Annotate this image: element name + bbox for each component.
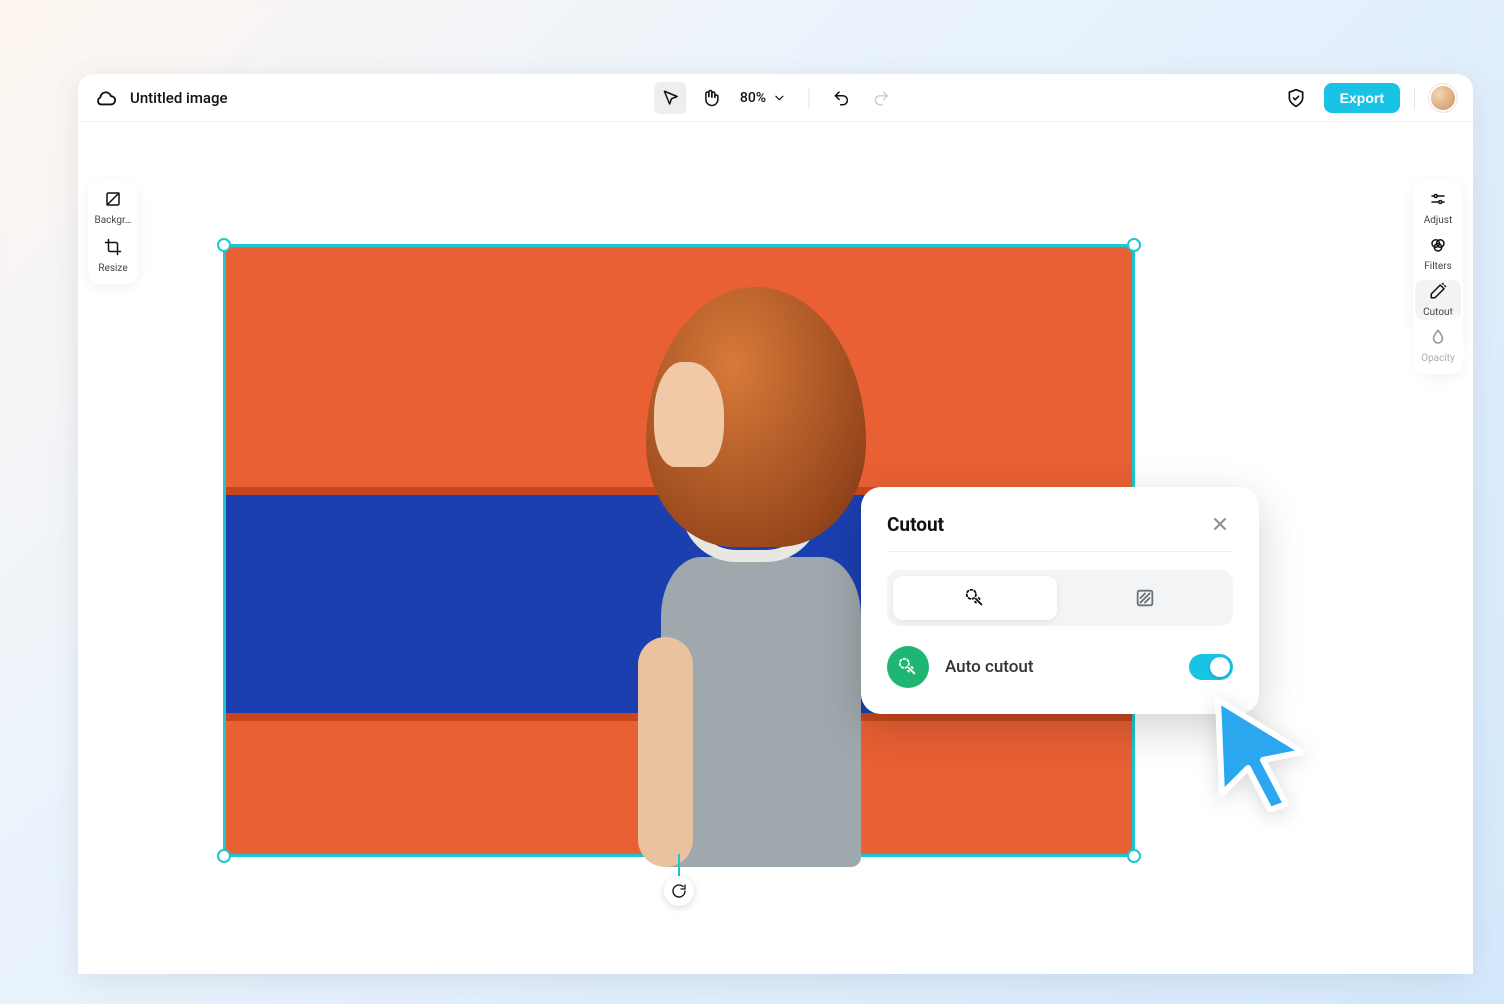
auto-cutout-toggle[interactable] — [1189, 654, 1233, 680]
sidebar-item-resize[interactable]: Resize — [90, 236, 136, 276]
cutout-mode-tabs — [887, 570, 1233, 626]
avatar[interactable] — [1429, 84, 1457, 112]
auto-cutout-icon — [887, 646, 929, 688]
sidebar-item-background[interactable]: Backgr… — [90, 188, 136, 228]
zoom-control[interactable]: 80% — [734, 90, 792, 106]
divider — [808, 87, 809, 109]
close-button[interactable] — [1207, 511, 1233, 537]
tab-auto-cutout[interactable] — [893, 576, 1057, 620]
redo-button[interactable] — [865, 82, 897, 114]
chevron-down-icon — [772, 91, 786, 105]
sidebar-item-cutout[interactable]: Cutout — [1415, 280, 1461, 320]
eraser-icon — [1134, 587, 1156, 609]
cloud-icon[interactable] — [94, 86, 118, 110]
undo-button[interactable] — [825, 82, 857, 114]
app-window: Untitled image 80% — [78, 74, 1473, 974]
sidebar-item-label: Opacity — [1421, 353, 1455, 364]
toggle-knob — [1210, 657, 1230, 677]
resize-handle-bottom-left[interactable] — [217, 849, 231, 863]
sidebar-item-label: Resize — [98, 263, 127, 274]
document-title[interactable]: Untitled image — [130, 89, 228, 107]
rotate-handle[interactable] — [664, 876, 694, 906]
tab-eraser[interactable] — [1063, 576, 1227, 620]
panel-title: Cutout — [887, 513, 944, 536]
sidebar-item-adjust[interactable]: Adjust — [1415, 188, 1461, 228]
panel-header: Cutout — [887, 511, 1233, 537]
topbar-left: Untitled image — [94, 86, 228, 110]
resize-handle-top-right[interactable] — [1127, 238, 1141, 252]
cursor-illustration — [1208, 692, 1313, 816]
export-button[interactable]: Export — [1324, 83, 1400, 113]
select-tool-button[interactable] — [654, 82, 686, 114]
sidebar-item-opacity[interactable]: Opacity — [1415, 326, 1461, 366]
right-sidebar: Adjust Filters Cutout Opacity — [1413, 180, 1463, 374]
rotate-connector — [678, 854, 680, 876]
auto-cutout-label: Auto cutout — [945, 657, 1034, 677]
background-icon — [104, 190, 122, 212]
topbar: Untitled image 80% — [78, 74, 1473, 122]
left-sidebar: Backgr… Resize — [88, 180, 138, 284]
canvas-area: Backgr… Resize Adjust Filters — [78, 122, 1473, 974]
zoom-value: 80% — [740, 90, 766, 106]
sidebar-item-label: Cutout — [1423, 307, 1453, 318]
divider — [1414, 87, 1415, 109]
droplet-icon — [1429, 328, 1447, 350]
resize-handle-top-left[interactable] — [217, 238, 231, 252]
sidebar-item-label: Filters — [1424, 261, 1452, 272]
auto-cutout-row: Auto cutout — [887, 646, 1233, 688]
topbar-center: 80% — [654, 82, 897, 114]
topbar-right: Export — [1282, 83, 1457, 113]
sidebar-item-label: Adjust — [1424, 215, 1453, 226]
magic-wand-icon — [964, 587, 986, 609]
sidebar-item-label: Backgr… — [95, 215, 132, 226]
resize-handle-bottom-right[interactable] — [1127, 849, 1141, 863]
cutout-panel: Cutout — [861, 487, 1259, 714]
crop-icon — [104, 238, 122, 260]
divider — [887, 551, 1233, 552]
magic-wand-icon — [1429, 282, 1447, 304]
sliders-icon — [1429, 190, 1447, 212]
filters-icon — [1429, 236, 1447, 258]
shield-icon[interactable] — [1282, 84, 1310, 112]
hand-tool-button[interactable] — [694, 82, 726, 114]
image-subject — [546, 257, 866, 857]
sidebar-item-filters[interactable]: Filters — [1415, 234, 1461, 274]
